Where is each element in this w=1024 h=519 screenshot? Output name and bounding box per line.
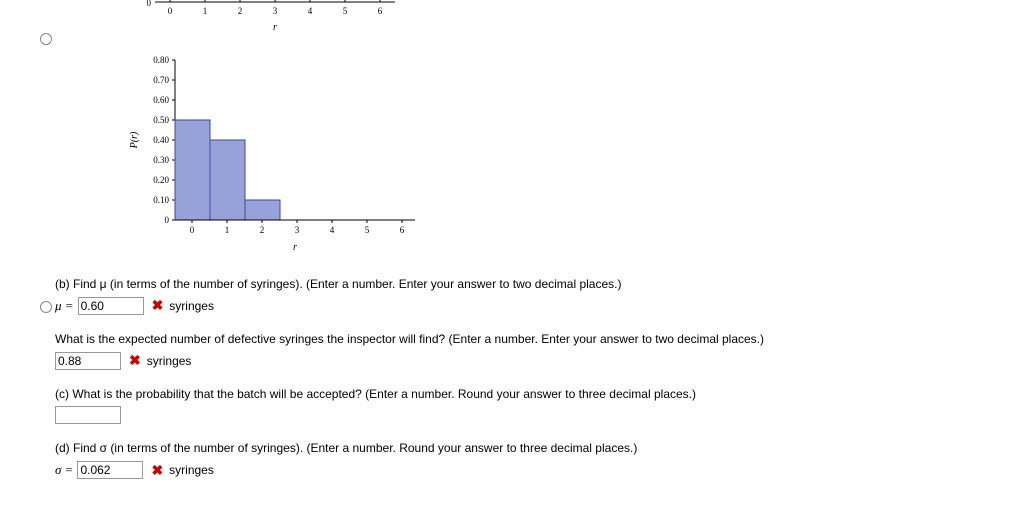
svg-text:0: 0 [165, 215, 170, 225]
svg-text:0.20: 0.20 [153, 175, 169, 185]
svg-text:0.60: 0.60 [153, 95, 169, 105]
sigma-prefix: σ = [55, 462, 73, 478]
svg-text:3: 3 [273, 6, 278, 16]
svg-text:0.50: 0.50 [153, 115, 169, 125]
option-radio-2[interactable] [40, 301, 52, 313]
svg-text:5: 5 [343, 6, 348, 16]
svg-text:4: 4 [330, 225, 335, 235]
sigma-unit: syringes [169, 463, 214, 477]
sigma-input[interactable] [77, 461, 143, 479]
option-radio-1[interactable] [40, 33, 52, 45]
mu-prefix: μ = [55, 298, 74, 314]
svg-text:0.70: 0.70 [153, 75, 169, 85]
chart-top-axis: 0 0 1 2 3 4 5 6 r [125, 0, 1024, 40]
svg-text:3: 3 [295, 225, 300, 235]
svg-text:6: 6 [378, 6, 383, 16]
question-c-prompt: (c) What is the probability that the bat… [55, 386, 1024, 403]
svg-text:2: 2 [238, 6, 243, 16]
svg-text:4: 4 [308, 6, 313, 16]
svg-text:1: 1 [203, 6, 208, 16]
svg-text:0.80: 0.80 [153, 55, 169, 65]
answer-row-d: σ = ✖ syringes [55, 461, 1024, 479]
wrong-icon: ✖ [151, 462, 163, 479]
svg-text:0: 0 [168, 6, 173, 16]
svg-text:0.40: 0.40 [153, 135, 169, 145]
mu-input[interactable] [78, 297, 144, 315]
svg-text:P(r): P(r) [129, 131, 140, 149]
svg-text:6: 6 [400, 225, 405, 235]
svg-text:0.10: 0.10 [153, 195, 169, 205]
wrong-icon: ✖ [129, 352, 141, 369]
prob-input[interactable] [55, 406, 121, 424]
question-b2-prompt: What is the expected number of defective… [55, 331, 1024, 348]
expected-input[interactable] [55, 352, 121, 370]
svg-text:5: 5 [365, 225, 370, 235]
svg-text:r: r [293, 242, 297, 253]
question-d-prompt: (d) Find σ (in terms of the number of sy… [55, 440, 1024, 457]
svg-text:1: 1 [225, 225, 230, 235]
answer-row-c [55, 406, 1024, 424]
answer-row-b: μ = ✖ syringes [55, 297, 1024, 315]
svg-text:2: 2 [260, 225, 265, 235]
wrong-icon: ✖ [152, 297, 164, 314]
expected-unit: syringes [147, 354, 192, 368]
mu-unit: syringes [169, 299, 214, 313]
svg-text:r: r [273, 22, 277, 33]
question-b-prompt: (b) Find μ (in terms of the number of sy… [55, 276, 1024, 293]
svg-text:0: 0 [147, 0, 152, 8]
svg-text:0.30: 0.30 [153, 155, 169, 165]
answer-row-b2: ✖ syringes [55, 352, 1024, 370]
histogram-chart: 0.80 0.70 0.60 0.50 0.40 0.30 0.20 0.10 … [125, 50, 1024, 260]
svg-text:0: 0 [190, 225, 195, 235]
